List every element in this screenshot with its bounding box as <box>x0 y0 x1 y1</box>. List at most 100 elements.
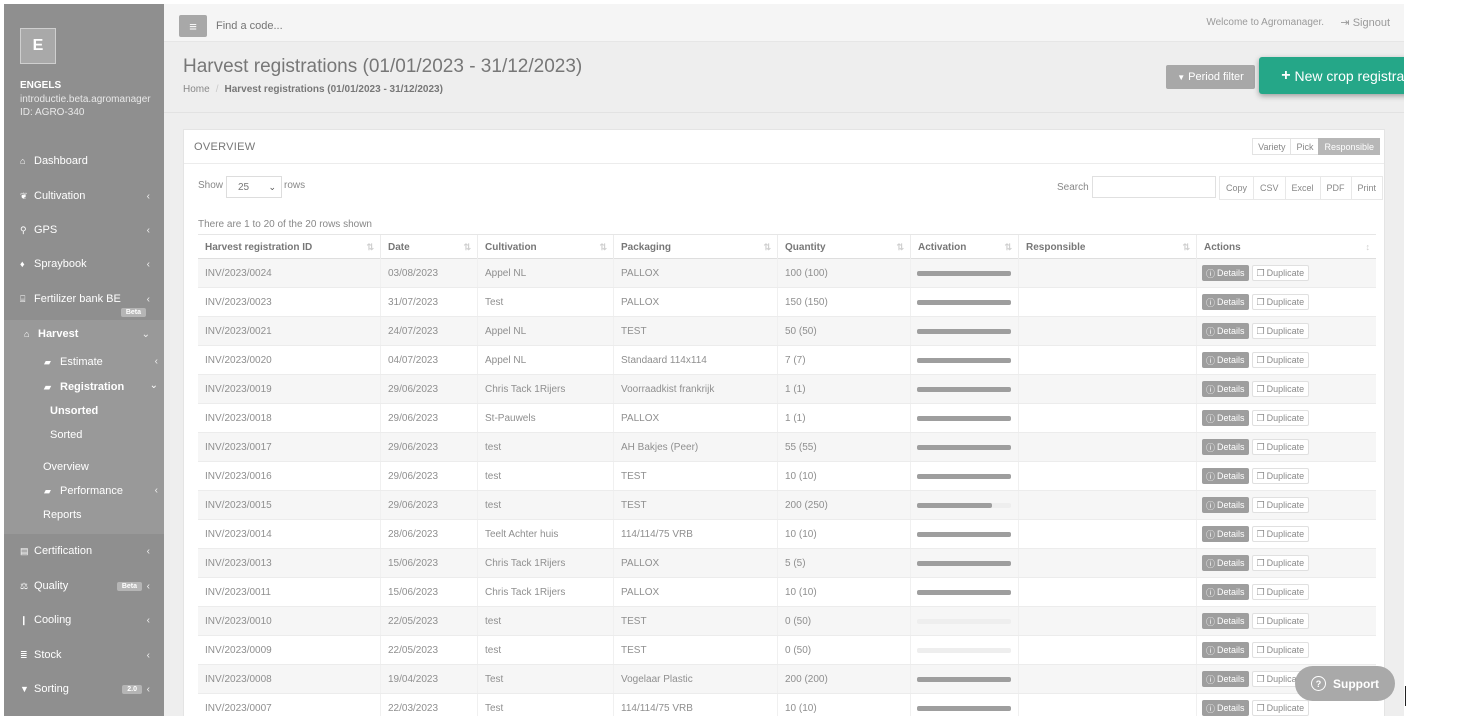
table-row: INV/2023/0019 29/06/2023 Chris Tack 1Rijer… <box>198 375 1376 404</box>
duplicate-button[interactable]: ❐ Duplicate <box>1251 700 1310 716</box>
view-responsible-button[interactable]: Responsible <box>1318 138 1380 155</box>
column-header-date[interactable]: Date ⇅ <box>381 235 478 259</box>
info-icon: ⓘ <box>1206 268 1216 279</box>
cell-id: INV/2023/0024 <box>198 259 381 287</box>
details-button[interactable]: ⓘ Details <box>1202 555 1249 571</box>
cell-activation <box>911 259 1019 287</box>
cell-quantity: 100 (100) <box>778 259 911 287</box>
cell-quantity: 10 (10) <box>778 462 911 490</box>
details-button[interactable]: ⓘ Details <box>1202 671 1249 687</box>
cell-responsible <box>1019 259 1197 287</box>
column-header-cultivation[interactable]: Cultivation ⇅ <box>478 235 614 259</box>
info-icon: ⓘ <box>1206 442 1216 453</box>
duplicate-button[interactable]: ❐ Duplicate <box>1251 439 1310 455</box>
cell-responsible <box>1019 491 1197 519</box>
cell-quantity: 7 (7) <box>778 346 911 374</box>
column-header-quantity[interactable]: Quantity ⇅ <box>778 235 911 259</box>
column-header-activation[interactable]: Activation ⇅ <box>911 235 1019 259</box>
breadcrumb-home-link[interactable]: Home <box>183 84 210 95</box>
duplicate-button[interactable]: ❐ Duplicate <box>1251 555 1310 571</box>
duplicate-button[interactable]: ❐ Duplicate <box>1251 468 1310 484</box>
sidebar-item-label: Spraybook <box>34 258 87 270</box>
details-label: Details <box>1217 587 1245 597</box>
details-button[interactable]: ⓘ Details <box>1202 410 1249 426</box>
sidebar-item-certification[interactable]: ▤ Certification ‹ <box>4 539 164 563</box>
duplicate-button[interactable]: ❐ Duplicate <box>1251 381 1310 397</box>
duplicate-button[interactable]: ❐ Duplicate <box>1251 526 1310 542</box>
details-button[interactable]: ⓘ Details <box>1202 439 1249 455</box>
sidebar-item-label: Sorting <box>34 683 69 695</box>
welcome-text: Welcome to Agromanager. <box>1206 17 1324 28</box>
period-filter-button[interactable]: ▼ Period filter <box>1166 65 1255 89</box>
copy-button[interactable]: Copy <box>1219 176 1255 200</box>
duplicate-button[interactable]: ❐ Duplicate <box>1251 613 1310 629</box>
details-button[interactable]: ⓘ Details <box>1202 352 1249 368</box>
details-button[interactable]: ⓘ Details <box>1202 613 1249 629</box>
find-code-input[interactable] <box>216 17 416 35</box>
table-body: INV/2023/0024 03/08/2023 Appel NL PALLOX 100… <box>198 259 1376 716</box>
duplicate-button[interactable]: ❐ Duplicate <box>1251 642 1310 658</box>
cell-id: INV/2023/0023 <box>198 288 381 316</box>
info-icon: ⓘ <box>1206 297 1216 308</box>
details-button[interactable]: ⓘ Details <box>1202 381 1249 397</box>
duplicate-button[interactable]: ❐ Duplicate <box>1251 265 1310 281</box>
details-button[interactable]: ⓘ Details <box>1202 323 1249 339</box>
sidebar-item-reports[interactable]: Reports <box>43 504 82 526</box>
sidebar-item-spraybook[interactable]: ♦ Spraybook ‹ <box>4 252 164 276</box>
excel-button[interactable]: Excel <box>1284 176 1321 200</box>
cell-actions: ⓘ Details ❐ Duplicate <box>1197 317 1376 345</box>
table-row: INV/2023/0024 03/08/2023 Appel NL PALLOX 100… <box>198 259 1376 288</box>
details-button[interactable]: ⓘ Details <box>1202 468 1249 484</box>
cell-quantity: 200 (250) <box>778 491 911 519</box>
csv-button[interactable]: CSV <box>1253 176 1286 200</box>
duplicate-button[interactable]: ❐ Duplicate <box>1251 497 1310 513</box>
column-header-responsible[interactable]: Responsible ⇅ <box>1019 235 1197 259</box>
activation-progress-fill <box>917 328 1011 334</box>
cell-actions: ⓘ Details ❐ Duplicate <box>1197 607 1376 635</box>
sidebar-item-performance[interactable]: ▰ Performance <box>44 480 123 502</box>
sidebar-item-unsorted[interactable]: Unsorted <box>50 400 98 422</box>
sidebar-item-stock[interactable]: ≣ Stock ‹ <box>4 643 164 667</box>
details-button[interactable]: ⓘ Details <box>1202 584 1249 600</box>
menu-toggle-button[interactable]: ≡ <box>179 15 207 37</box>
details-button[interactable]: ⓘ Details <box>1202 642 1249 658</box>
details-button[interactable]: ⓘ Details <box>1202 265 1249 281</box>
sidebar-item-gps[interactable]: ⚲ GPS ‹ <box>4 218 164 242</box>
new-crop-registration-button[interactable]: +New crop registration <box>1259 57 1404 94</box>
view-pick-button[interactable]: Pick <box>1290 138 1320 155</box>
duplicate-button[interactable]: ❐ Duplicate <box>1251 323 1310 339</box>
details-button[interactable]: ⓘ Details <box>1202 497 1249 513</box>
activation-progress-fill <box>917 386 1011 392</box>
sidebar-item-cooling[interactable]: ❙ Cooling ‹ <box>4 608 164 632</box>
sidebar-item-overview[interactable]: Overview <box>43 456 89 478</box>
company-avatar[interactable]: E <box>20 28 56 64</box>
duplicate-button[interactable]: ❐ Duplicate <box>1251 294 1310 310</box>
sidebar-item-estimate[interactable]: ▰ Estimate <box>44 351 103 373</box>
page-size-select[interactable]: 25 ⌄ <box>226 176 282 198</box>
view-variety-button[interactable]: Variety <box>1252 138 1292 155</box>
details-label: Details <box>1217 616 1245 626</box>
duplicate-button[interactable]: ❐ Duplicate <box>1251 410 1310 426</box>
print-button[interactable]: Print <box>1350 176 1384 200</box>
signout-link[interactable]: ⇥ Signout <box>1340 16 1390 29</box>
support-button[interactable]: ? Support <box>1295 666 1395 701</box>
sidebar-item-harvest[interactable]: ⌂ Harvest ⌄ <box>4 322 164 346</box>
table-search-input[interactable] <box>1092 176 1216 198</box>
cell-responsible <box>1019 404 1197 432</box>
cell-packaging: PALLOX <box>614 259 778 287</box>
details-button[interactable]: ⓘ Details <box>1202 700 1249 716</box>
sidebar-item-cultivation[interactable]: ❦ Cultivation ‹ <box>4 184 164 208</box>
filter-icon: ▼ <box>20 684 29 694</box>
filter-icon: ▼ <box>1177 72 1186 82</box>
pdf-button[interactable]: PDF <box>1319 176 1352 200</box>
column-header-id[interactable]: Harvest registration ID ⇅ <box>198 235 381 259</box>
details-button[interactable]: ⓘ Details <box>1202 526 1249 542</box>
column-header-packaging[interactable]: Packaging ⇅ <box>614 235 778 259</box>
column-label: Actions <box>1204 241 1241 253</box>
duplicate-button[interactable]: ❐ Duplicate <box>1251 584 1310 600</box>
sidebar-item-dashboard[interactable]: ⌂ Dashboard <box>4 149 164 173</box>
sidebar-item-sorted[interactable]: Sorted <box>50 424 82 446</box>
sidebar-item-registration[interactable]: ▰ Registration <box>44 376 124 398</box>
details-button[interactable]: ⓘ Details <box>1202 294 1249 310</box>
duplicate-button[interactable]: ❐ Duplicate <box>1251 352 1310 368</box>
